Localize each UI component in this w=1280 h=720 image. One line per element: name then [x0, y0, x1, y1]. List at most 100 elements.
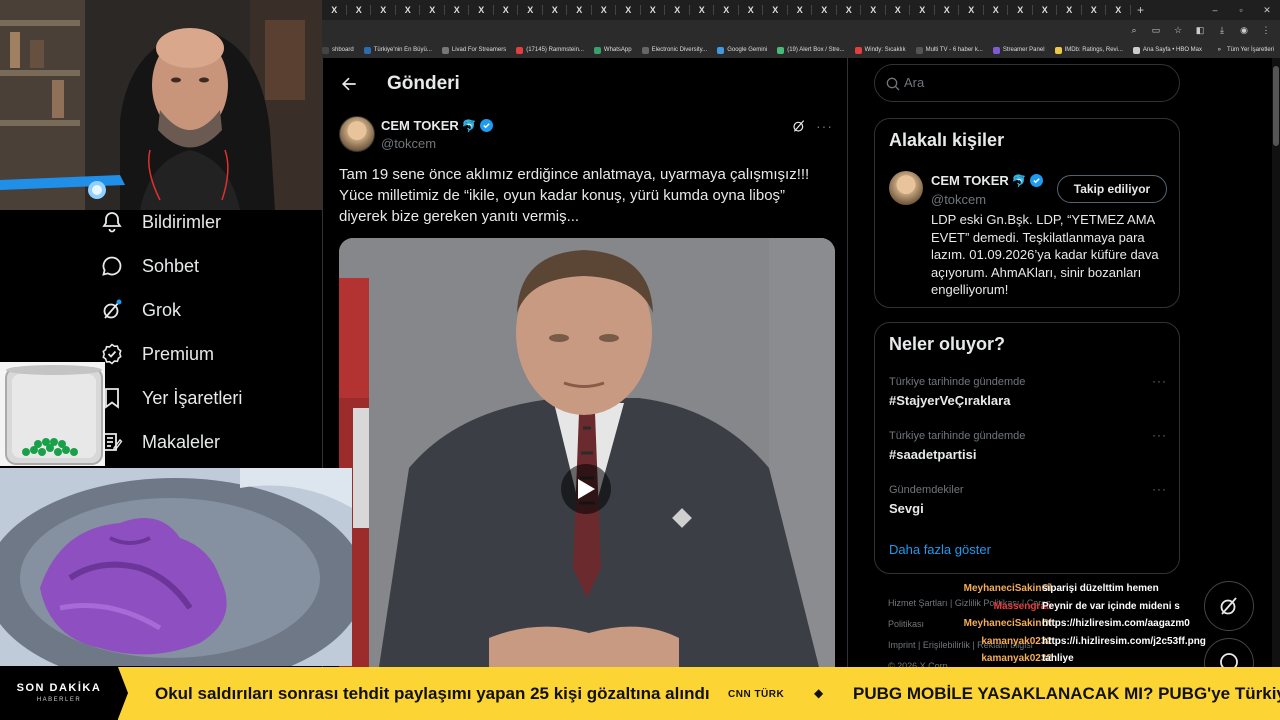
- bookmark-item[interactable]: Ana Sayfa • HBO Max: [1132, 46, 1202, 54]
- browser-tab[interactable]: X: [812, 0, 837, 20]
- play-button[interactable]: [561, 464, 611, 514]
- trend-item[interactable]: Gündemdekiler Sevgi ···: [889, 482, 1167, 516]
- browser-tab[interactable]: X: [371, 0, 396, 20]
- browser-tab[interactable]: X: [690, 0, 715, 20]
- bookmark-item[interactable]: WhatsApp: [593, 46, 632, 54]
- search-input[interactable]: Ara: [874, 64, 1180, 102]
- browser-tab[interactable]: X: [1082, 0, 1107, 20]
- browser-tab[interactable]: X: [567, 0, 592, 20]
- cast-icon[interactable]: ▭: [1150, 24, 1162, 36]
- trend-more-button[interactable]: ···: [1152, 428, 1167, 442]
- maximize-button[interactable]: ▫: [1228, 0, 1254, 20]
- browser-tab[interactable]: X: [518, 0, 543, 20]
- browser-tab[interactable]: X: [788, 0, 813, 20]
- browser-tab[interactable]: X: [494, 0, 519, 20]
- tweet-video[interactable]: [339, 238, 835, 667]
- verified-badge-icon: [1029, 174, 1043, 187]
- profile-icon[interactable]: ◉: [1238, 24, 1250, 36]
- star-icon[interactable]: ☆: [1172, 24, 1184, 36]
- browser-tab[interactable]: X: [1008, 0, 1033, 20]
- browser-tab[interactable]: X: [396, 0, 421, 20]
- avatar[interactable]: [339, 116, 375, 152]
- scrollbar[interactable]: [1272, 58, 1280, 667]
- bookmark-item[interactable]: Windy: Sıcaklık: [854, 46, 906, 54]
- webcam-image: [0, 0, 322, 210]
- browser-tab[interactable]: X: [420, 0, 445, 20]
- bookmark-item[interactable]: Electronic Diversity...: [641, 46, 707, 54]
- related-avatar[interactable]: [889, 171, 923, 205]
- browser-tab[interactable]: X: [910, 0, 935, 20]
- all-bookmarks-folder[interactable]: Tüm Yer İşaretleri: [1227, 47, 1274, 53]
- browser-tab[interactable]: X: [935, 0, 960, 20]
- bookmark-item[interactable]: Türkiye'nin En Büyü...: [363, 46, 432, 54]
- bookmark-item[interactable]: (17145) Rammstein...: [516, 46, 584, 54]
- nav-bookmarks[interactable]: Yer İşaretleri: [100, 386, 242, 410]
- browser-tab[interactable]: X: [959, 0, 984, 20]
- author-handle[interactable]: @tokcem: [381, 136, 436, 151]
- browser-tab[interactable]: X: [665, 0, 690, 20]
- x-favicon-icon: X: [1066, 5, 1073, 15]
- grok-icon[interactable]: [791, 118, 807, 134]
- browser-tab[interactable]: X: [347, 0, 372, 20]
- related-bio: LDP eski Gn.Bşk. LDP, “YETMEZ AMA EVET” …: [931, 212, 1159, 297]
- browser-tab[interactable]: X: [1057, 0, 1082, 20]
- nav-chat[interactable]: Sohbet: [100, 254, 199, 278]
- browser-tab[interactable]: X: [861, 0, 886, 20]
- browser-tab[interactable]: X: [469, 0, 494, 20]
- trend-item[interactable]: Türkiye tarihinde gündemde #saadetpartis…: [889, 428, 1167, 462]
- bookmark-item[interactable]: Streamer Panel: [992, 46, 1045, 54]
- browser-tab[interactable]: X: [616, 0, 641, 20]
- nav-grok[interactable]: Grok: [100, 298, 181, 322]
- browser-tab[interactable]: X: [1033, 0, 1058, 20]
- new-tab-button[interactable]: +: [1131, 3, 1151, 17]
- browser-tab[interactable]: X: [1106, 0, 1131, 20]
- x-favicon-icon: X: [527, 5, 534, 15]
- related-name[interactable]: CEM TOKER 🐬: [931, 173, 1043, 188]
- extensions-icon[interactable]: ◧: [1194, 24, 1206, 36]
- bookmark-favicon-icon: [516, 46, 524, 54]
- nav-articles[interactable]: Makaleler: [100, 430, 220, 454]
- minimize-button[interactable]: –: [1202, 0, 1228, 20]
- browser-tab[interactable]: X: [714, 0, 739, 20]
- trend-more-button[interactable]: ···: [1152, 374, 1167, 388]
- browser-tab[interactable]: X: [763, 0, 788, 20]
- show-more-link[interactable]: Daha fazla göster: [889, 542, 991, 557]
- trend-item[interactable]: Türkiye tarihinde gündemde #StajyerVeÇır…: [889, 374, 1167, 408]
- bookmark-item[interactable]: Google Gemini: [717, 46, 767, 54]
- close-window-button[interactable]: ✕: [1254, 0, 1280, 20]
- ticker-source: CNN TÜRK: [728, 689, 785, 700]
- x-favicon-icon: X: [453, 5, 460, 15]
- nav-premium[interactable]: Premium: [100, 342, 214, 366]
- stream-chat: MeyhaneciSakinOl siparişi düzelttim hemen…: [930, 580, 1230, 668]
- bookmark-label: (17145) Rammstein...: [526, 47, 584, 53]
- bookmark-item[interactable]: (19) Alert Box / Stre...: [777, 46, 845, 54]
- browser-tab[interactable]: X: [739, 0, 764, 20]
- browser-tab[interactable]: X: [641, 0, 666, 20]
- address-bar[interactable]: ⌕ ▭ ☆ ◧ ⤓ ◉ ⋮: [322, 20, 1280, 42]
- more-options-button[interactable]: ···: [816, 118, 833, 134]
- browser-tab[interactable]: X: [592, 0, 617, 20]
- bookmark-item[interactable]: shboard: [322, 46, 354, 54]
- bookmark-item[interactable]: Multi TV - 6 haber k...: [915, 46, 983, 54]
- zoom-icon[interactable]: ⌕: [1128, 24, 1140, 36]
- author-name[interactable]: CEM TOKER 🐬: [381, 118, 493, 133]
- x-favicon-icon: X: [968, 5, 975, 15]
- trend-more-button[interactable]: ···: [1152, 482, 1167, 496]
- bookmark-item[interactable]: IMDb: Ratings, Revi...: [1054, 46, 1123, 54]
- news-ticker: SON DAKİKA HABERLER Okul saldırıları son…: [0, 667, 1280, 720]
- browser-tab[interactable]: X: [837, 0, 862, 20]
- menu-icon[interactable]: ⋮: [1260, 24, 1272, 36]
- nav-notifications[interactable]: Bildirimler: [100, 210, 221, 234]
- bookmarks-overflow-button[interactable]: »: [1218, 47, 1221, 53]
- browser-tab[interactable]: X: [445, 0, 470, 20]
- related-handle[interactable]: @tokcem: [931, 192, 986, 207]
- following-button[interactable]: Takip ediliyor: [1057, 175, 1167, 203]
- bookmark-item[interactable]: Livad For Streamers: [441, 46, 506, 54]
- browser-tab[interactable]: X: [543, 0, 568, 20]
- browser-tab[interactable]: X: [322, 0, 347, 20]
- scroll-thumb[interactable]: [1273, 66, 1279, 146]
- back-arrow-icon[interactable]: [339, 74, 359, 94]
- browser-tab[interactable]: X: [984, 0, 1009, 20]
- browser-tab[interactable]: X: [886, 0, 911, 20]
- download-icon[interactable]: ⤓: [1216, 24, 1228, 36]
